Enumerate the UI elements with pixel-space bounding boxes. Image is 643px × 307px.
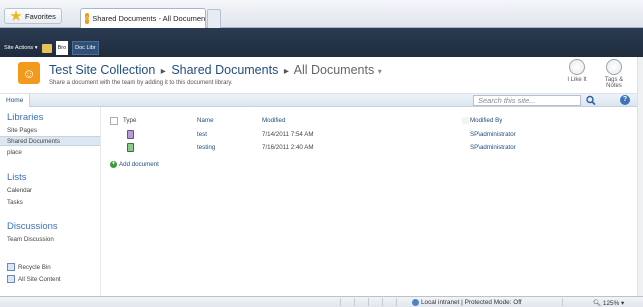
magnifier-icon: 🔍︎ [593,300,602,307]
tag-icon [606,59,622,75]
site-content-icon [7,275,15,283]
search-input[interactable]: Search this site... [473,95,581,106]
add-document-button[interactable]: + Add document [110,161,159,168]
plus-icon: + [110,161,117,168]
breadcrumb-list[interactable]: Shared Documents [171,63,278,77]
all-site-content-label: All Site Content [18,275,61,283]
breadcrumb-separator-icon: ▸ [283,66,289,77]
status-bar: Local intranet | Protected Mode: Off 🔍︎ … [0,296,643,307]
tab-library-tools[interactable]: Doc Libr [72,41,99,55]
search-icon[interactable] [585,95,597,106]
status-divider [562,298,563,306]
sidebar-item-tasks[interactable]: Tasks [7,199,23,206]
column-modified[interactable]: Modified [262,117,285,124]
security-zone-label: Local intranet | Protected Mode: Off [421,299,522,306]
zoom-label: 125% [602,300,620,307]
breadcrumb-separator-icon: ▸ [160,66,166,77]
top-nav: Home Search this site... ? [0,94,637,107]
browser-tab[interactable]: ⌂ Shared Documents - All Documents [80,8,206,28]
onenote-icon[interactable] [127,130,134,139]
list-description: Share a document with the team by adding… [49,80,233,86]
nav-home[interactable]: Home [0,94,31,107]
browser-toolbar: Favorites ⌂ Shared Documents - All Docum… [0,0,643,28]
security-zone[interactable]: Local intranet | Protected Mode: Off [412,299,522,306]
breadcrumb: Test Site Collection ▸ Shared Documents … [49,63,382,77]
select-all-checkbox[interactable] [110,117,118,125]
new-tab-button[interactable] [207,9,221,28]
column-modified-by[interactable]: Modified By [470,117,502,124]
sharepoint-icon: ⌂ [85,13,90,24]
vertical-scrollbar[interactable] [637,57,643,296]
thumbs-up-icon [569,59,585,75]
sidebar-item-calendar[interactable]: Calendar [7,187,32,194]
tags-notes-button[interactable]: Tags & Notes [598,59,630,89]
column-separator-icon [462,117,469,124]
tags-notes-label: Tags & Notes [604,77,624,89]
quick-launch: Libraries Site Pages Shared Documents pl… [0,107,101,296]
document-list: Type Name Modified Modified By test 7/14… [102,107,637,296]
libraries-heading[interactable]: Libraries [7,112,43,123]
favorites-button[interactable]: Favorites [4,8,62,24]
navigate-up-icon[interactable] [41,43,52,53]
recycle-bin-label: Recycle Bin [18,263,51,271]
sidebar-item-site-pages[interactable]: Site Pages [7,127,37,134]
site-logo-icon[interactable]: ☺ [18,62,40,84]
recycle-bin-icon [7,263,15,271]
table-row-name[interactable]: test [197,131,207,138]
status-divider [354,298,355,306]
discussions-heading[interactable]: Discussions [7,221,58,232]
sidebar-item-team-discussion[interactable]: Team Discussion [7,236,54,243]
title-area: ☺ Test Site Collection ▸ Shared Document… [0,57,637,94]
status-divider [396,298,397,306]
favorites-label: Favorites [25,11,56,21]
site-actions-menu[interactable]: Site Actions ▾ [4,45,38,51]
table-row-name[interactable]: testing [197,144,215,151]
all-site-content-link[interactable]: All Site Content [7,275,61,283]
i-like-it-label: I Like It [567,77,587,83]
intranet-globe-icon [412,299,419,306]
sidebar-item-place[interactable]: place [7,149,22,156]
table-row-modified-by[interactable]: SP\administrator [470,131,516,138]
sidebar-item-shared-documents[interactable]: Shared Documents [0,136,100,146]
star-icon [10,10,22,21]
status-divider [368,298,369,306]
view-dropdown-icon[interactable]: ▾ [378,67,382,76]
ribbon: Site Actions ▾ Bro Doc Libr [0,28,643,57]
add-document-label: Add document [119,161,159,168]
breadcrumb-site[interactable]: Test Site Collection [49,63,155,77]
table-row-modified: 7/16/2011 2:40 AM [262,144,314,151]
table-row-modified: 7/14/2011 7:54 AM [262,131,314,138]
tab-browse[interactable]: Bro [55,41,69,55]
i-like-it-button[interactable]: I Like It [561,59,593,83]
recycle-bin-link[interactable]: Recycle Bin [7,263,51,271]
help-icon[interactable]: ? [620,95,630,105]
status-divider [382,298,383,306]
breadcrumb-view[interactable]: All Documents [294,63,375,77]
lists-heading[interactable]: Lists [7,172,27,183]
table-row-modified-by[interactable]: SP\administrator [470,144,516,151]
excel-icon[interactable] [127,143,134,152]
zoom-level[interactable]: 🔍︎ 125% ▾ [593,299,624,307]
status-divider [340,298,341,306]
column-type[interactable]: Type [123,117,136,124]
chevron-down-icon: ▾ [621,300,625,307]
tab-title: Shared Documents - All Documents [92,14,206,23]
column-name[interactable]: Name [197,117,214,124]
